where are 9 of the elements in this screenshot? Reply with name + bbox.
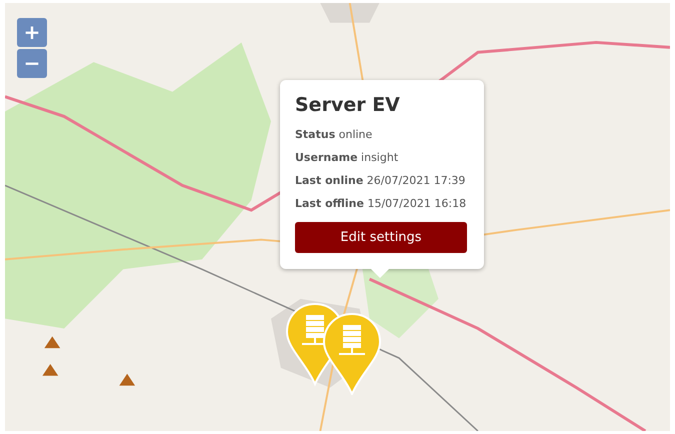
info-line: Username insight	[295, 151, 400, 164]
info-line: Last online 26/07/2021 17:39	[295, 174, 466, 187]
zoom-button[interactable]: −	[17, 49, 47, 78]
zoom-button[interactable]: +	[17, 18, 47, 47]
popup-title: Server EV	[295, 94, 401, 116]
edit-settings-button[interactable]: Edit settings	[295, 222, 467, 253]
info-line: Status online	[295, 128, 374, 141]
server-pins-drawing[interactable]	[286, 303, 381, 395]
info-line: Last offline 15/07/2021 16:18	[295, 197, 468, 210]
